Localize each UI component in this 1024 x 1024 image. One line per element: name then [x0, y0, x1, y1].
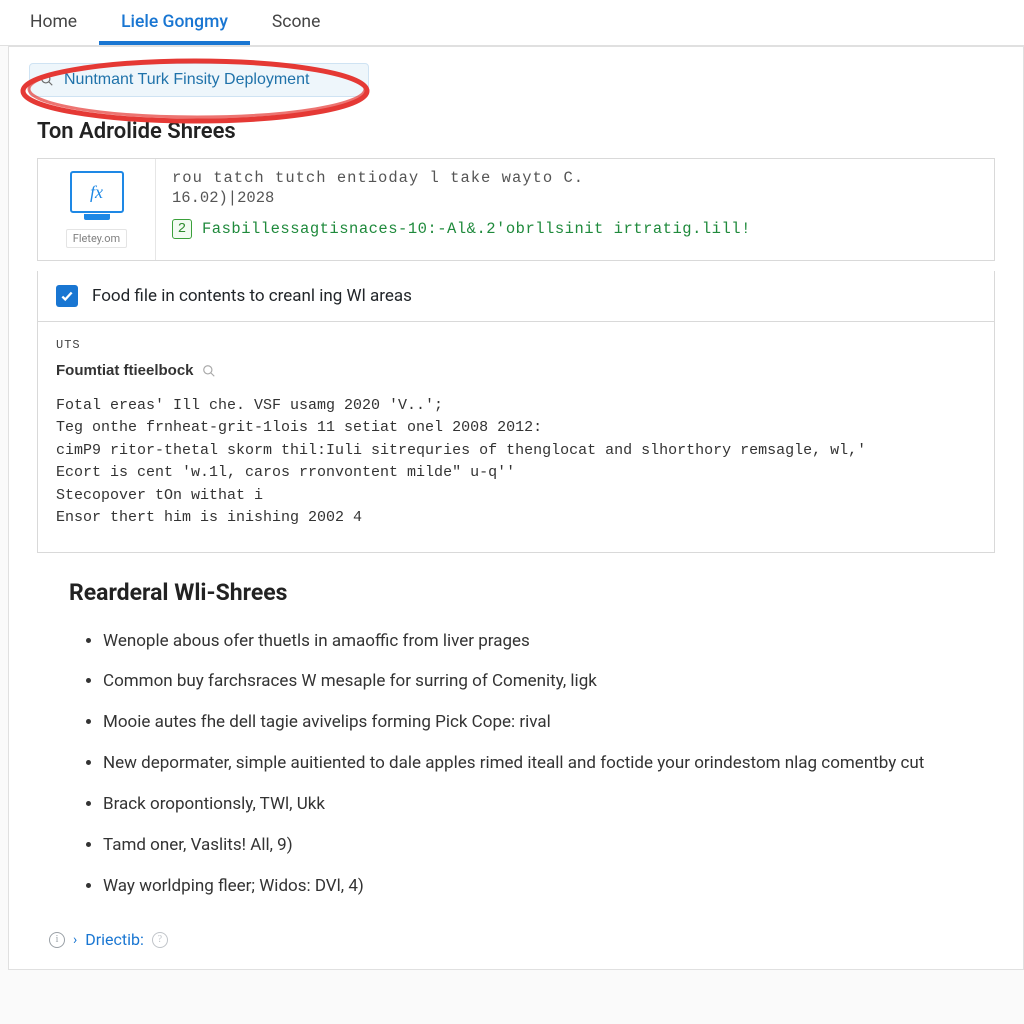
section-title: Ton Adrolide Shrees — [9, 109, 1023, 158]
list-item: Wenople abous ofer thuetls in amaoffic f… — [103, 630, 963, 653]
code-line: Fotal ereas' Ill che. VSF usamg 2020 'V.… — [56, 395, 976, 418]
card-badge-row: 2 Fasbillessagtisnaces-10:-Al&.2'obrllsi… — [172, 219, 978, 239]
list-item: Way worldping fleer; Widos: DVl, 4) — [103, 875, 963, 898]
tab-scone[interactable]: Scone — [250, 2, 342, 45]
checkbox-label: Food file in contents to creanl ing Wl a… — [92, 286, 412, 306]
list-item: Tamd oner, Vaslits! All, 9) — [103, 834, 963, 857]
tab-liele-gongmy[interactable]: Liele Gongmy — [99, 2, 250, 45]
search-wrap — [9, 47, 1023, 109]
check-icon — [60, 289, 74, 303]
footer-link-row: i › Driectib: ? — [9, 926, 1023, 969]
code-line: Stecopover tOn withat i — [56, 485, 976, 508]
list-item: Mooie autes fhe dell tagie avivelips for… — [103, 711, 963, 734]
tab-bar: Home Liele Gongmy Scone — [0, 0, 1024, 46]
code-line: cimP9 ritor-thetal skorm thil:Iuli sitre… — [56, 440, 976, 463]
search-input[interactable] — [64, 71, 354, 89]
page-content: Ton Adrolide Shrees fx Fletey.om rou tat… — [8, 46, 1024, 970]
code-line: Ensor thert him is inishing 2002 4 — [56, 507, 976, 530]
code-uts-label: UTS — [56, 336, 976, 354]
badge-text[interactable]: Fasbillessagtisnaces-10:-Al&.2'obrllsini… — [202, 220, 751, 238]
code-line: Ecort is cent 'w.1l, caros rronvontent m… — [56, 462, 976, 485]
subsection: Rearderal Wli-Shrees Wenople abous ofer … — [9, 553, 1023, 927]
checkbox-row[interactable]: Food file in contents to creanl ing Wl a… — [37, 271, 995, 322]
tab-home[interactable]: Home — [8, 2, 99, 45]
count-badge: 2 — [172, 219, 192, 239]
result-card: fx Fletey.om rou tatch tutch entioday l … — [37, 158, 995, 261]
feedback-label: Foumtiat ftieelbock — [56, 360, 194, 383]
monitor-icon: fx — [70, 171, 124, 213]
list-item: Common buy farchsraces W mesaple for sur… — [103, 670, 963, 693]
card-body: rou tatch tutch entioday l take wayto C.… — [156, 159, 994, 260]
checkbox-checked[interactable] — [56, 285, 78, 307]
directib-link[interactable]: Driectib: — [85, 930, 144, 949]
code-line: Teg onthe frnheat-grit-1lois 11 setiat o… — [56, 417, 976, 440]
chevron-right-icon: › — [73, 932, 77, 948]
card-thumbnail: fx Fletey.om — [38, 159, 156, 260]
magnifier-icon[interactable] — [202, 364, 216, 378]
subsection-title: Rearderal Wli-Shrees — [69, 579, 963, 606]
info-icon[interactable]: i — [49, 932, 65, 948]
list-item: New depormater, simple auitiented to dal… — [103, 752, 963, 775]
search-box[interactable] — [29, 63, 369, 97]
list-item: Brack oropontionsly, TWl, Ukk — [103, 793, 963, 816]
code-feedback-row: Foumtiat ftieelbock — [56, 360, 976, 383]
card-line1: rou tatch tutch entioday l take wayto C. — [172, 169, 978, 187]
bullet-list: Wenople abous ofer thuetls in amaoffic f… — [69, 630, 963, 899]
search-icon — [40, 73, 54, 87]
card-date: 16.02)|2028 — [172, 189, 978, 207]
code-block: UTS Foumtiat ftieelbock Fotal ereas' Ill… — [37, 322, 995, 553]
thumbnail-caption: Fletey.om — [66, 229, 127, 248]
help-icon[interactable]: ? — [152, 932, 168, 948]
